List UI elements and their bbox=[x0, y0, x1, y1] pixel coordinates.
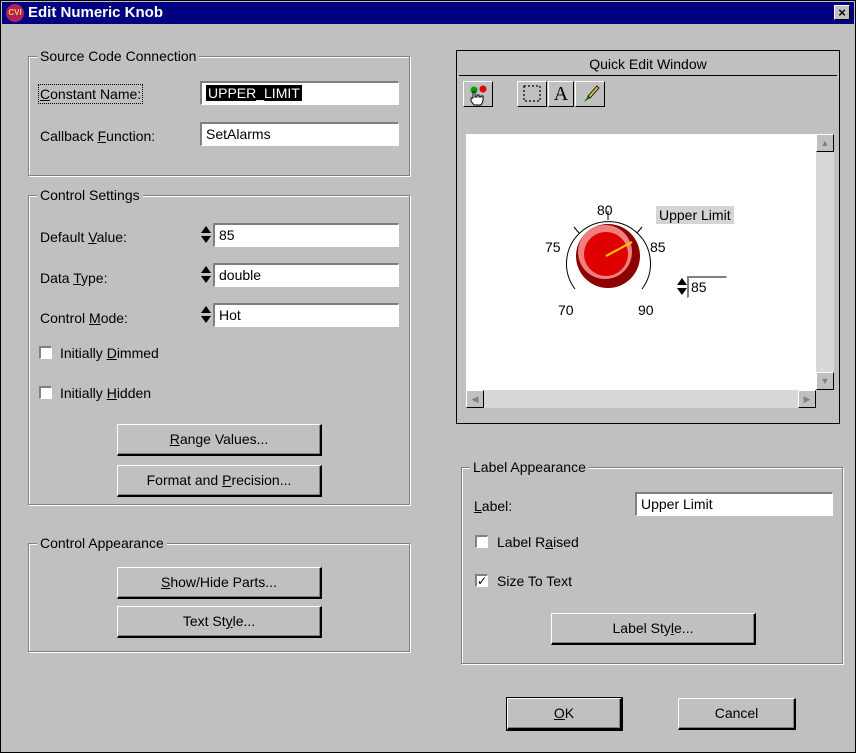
initially-hidden-label: Initially Hidden bbox=[60, 385, 152, 401]
group-title: Control Settings bbox=[37, 187, 143, 203]
knob-tick-90: 90 bbox=[638, 302, 654, 318]
default-value-label: Default Value: bbox=[40, 229, 127, 245]
default-value-stepper[interactable] bbox=[200, 223, 211, 247]
operate-tool-icon[interactable] bbox=[463, 81, 493, 107]
control-mode-field[interactable]: Hot bbox=[213, 303, 399, 327]
quick-edit-canvas[interactable]: 80 75 85 70 90 Upper Limit 85 bbox=[466, 134, 816, 390]
knob-value-field[interactable]: 85 bbox=[687, 276, 727, 298]
knob-tick-75: 75 bbox=[545, 239, 561, 255]
knob-label[interactable]: Upper Limit bbox=[656, 206, 734, 224]
data-type-label: Data Type: bbox=[40, 270, 108, 286]
knob-value-stepper[interactable] bbox=[676, 275, 687, 299]
constant-name-label: Constant Name: bbox=[37, 84, 144, 104]
control-mode-stepper[interactable] bbox=[200, 303, 211, 327]
vertical-scrollbar[interactable]: ▲ ▼ bbox=[816, 134, 834, 390]
data-type-field[interactable]: double bbox=[213, 263, 399, 287]
callback-function-label: Callback Function: bbox=[40, 128, 156, 144]
color-brush-tool-icon[interactable] bbox=[575, 81, 605, 107]
close-icon[interactable]: × bbox=[834, 5, 850, 20]
callback-function-field[interactable]: SetAlarms bbox=[200, 122, 399, 146]
data-type-stepper[interactable] bbox=[200, 263, 211, 287]
text-tool-icon[interactable]: A bbox=[548, 81, 574, 107]
title-bar: CVI Edit Numeric Knob × bbox=[2, 2, 854, 24]
size-to-text-label: Size To Text bbox=[497, 573, 572, 589]
cancel-button[interactable]: Cancel bbox=[678, 698, 796, 730]
dialog-title: Edit Numeric Knob bbox=[28, 4, 164, 21]
scroll-down-icon[interactable]: ▼ bbox=[816, 372, 834, 390]
scroll-up-icon[interactable]: ▲ bbox=[816, 134, 834, 152]
edit-numeric-knob-dialog: CVI Edit Numeric Knob × Source Code Conn… bbox=[0, 0, 856, 753]
initially-dimmed-label: Initially Dimmed bbox=[60, 345, 159, 361]
quick-edit-window: Quick Edit Window A 80 75 85 70 90 Upper… bbox=[456, 50, 840, 424]
label-raised-label: Label Raised bbox=[497, 534, 579, 550]
quick-edit-title: Quick Edit Window bbox=[459, 53, 837, 76]
constant-name-field[interactable]: UPPER_LIMIT bbox=[200, 81, 399, 105]
initially-hidden-checkbox[interactable] bbox=[39, 386, 52, 399]
knob-tick-80: 80 bbox=[597, 202, 613, 218]
format-and-precision-button[interactable]: Format and Precision... bbox=[117, 465, 322, 497]
knob-tick-85: 85 bbox=[650, 239, 666, 255]
horizontal-scrollbar[interactable]: ◀ ▶ bbox=[466, 390, 816, 408]
checkmark-icon: ✓ bbox=[477, 574, 488, 588]
scroll-right-icon[interactable]: ▶ bbox=[798, 390, 816, 408]
default-value-field[interactable]: 85 bbox=[213, 223, 399, 247]
ok-button[interactable]: OK bbox=[506, 697, 623, 731]
show-hide-parts-button[interactable]: Show/Hide Parts... bbox=[117, 567, 322, 599]
label-style-button[interactable]: Label Style... bbox=[551, 613, 756, 645]
range-values-button[interactable]: Range Values... bbox=[117, 424, 322, 456]
app-icon: CVI bbox=[6, 4, 24, 22]
knob-tick-70: 70 bbox=[558, 302, 574, 318]
select-tool-icon[interactable] bbox=[517, 81, 547, 107]
control-mode-label: Control Mode: bbox=[40, 310, 128, 326]
label-raised-checkbox[interactable] bbox=[475, 535, 488, 548]
initially-dimmed-checkbox[interactable] bbox=[39, 346, 52, 359]
group-title: Source Code Connection bbox=[37, 48, 200, 64]
label-text-field[interactable]: Upper Limit bbox=[635, 492, 833, 516]
group-title: Label Appearance bbox=[470, 459, 589, 475]
size-to-text-checkbox[interactable]: ✓ bbox=[475, 574, 488, 587]
group-title: Control Appearance bbox=[37, 535, 167, 551]
scroll-left-icon[interactable]: ◀ bbox=[466, 390, 484, 408]
source-code-connection-group: Source Code Connection bbox=[28, 48, 410, 176]
label-text-label: Label: bbox=[474, 498, 513, 514]
text-style-button[interactable]: Text Style... bbox=[117, 606, 322, 638]
